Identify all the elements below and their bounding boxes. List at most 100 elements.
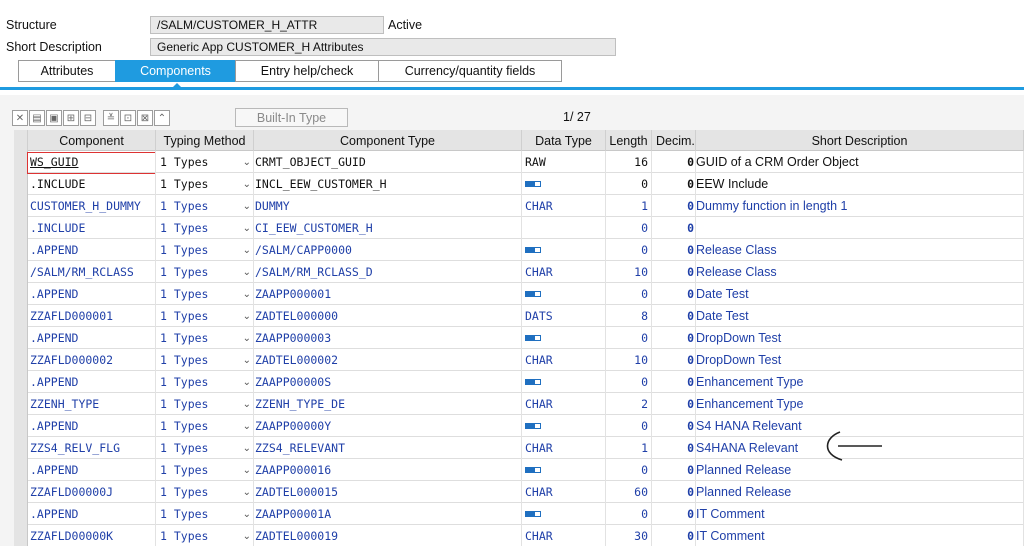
component-cell[interactable]: ZZAFLD00000K bbox=[28, 525, 156, 546]
append-icon[interactable]: ⊡ bbox=[120, 110, 136, 126]
select-all-cell[interactable] bbox=[14, 130, 28, 151]
chevron-down-icon[interactable]: ⌄ bbox=[243, 377, 251, 388]
table-row[interactable]: .APPEND 1 Types ⌄/SALM/CAPP0000 0 0 Release C… bbox=[14, 239, 1024, 261]
row-selector[interactable] bbox=[14, 261, 28, 283]
typing-method-select[interactable]: 1 Types ⌄ bbox=[156, 481, 254, 503]
length-cell[interactable]: 0 bbox=[606, 173, 652, 195]
row-selector[interactable] bbox=[14, 503, 28, 525]
data-type-cell[interactable]: CHAR bbox=[522, 437, 606, 459]
paste-icon[interactable]: ▣ bbox=[46, 110, 62, 126]
decimals-cell[interactable]: 0 bbox=[652, 305, 696, 327]
row-selector[interactable] bbox=[14, 393, 28, 415]
decimals-cell[interactable]: 0 bbox=[652, 261, 696, 283]
typing-method-select[interactable]: 1 Types ⌄ bbox=[156, 239, 254, 261]
component-type-cell[interactable]: INCL_EEW_CUSTOMER_H bbox=[254, 173, 522, 195]
chevron-down-icon[interactable]: ⌄ bbox=[243, 289, 251, 300]
typing-method-select[interactable]: 1 Types ⌄ bbox=[156, 349, 254, 371]
row-selector[interactable] bbox=[14, 151, 28, 173]
table-row[interactable]: .APPEND 1 Types ⌄ ZAAPP000016 0 0 Planned Rele… bbox=[14, 459, 1024, 481]
row-selector[interactable] bbox=[14, 371, 28, 393]
table-row[interactable]: .APPEND 1 Types ⌄ ZAAPP00001A 0 0 IT Comment bbox=[14, 503, 1024, 525]
short-description-cell[interactable]: Enhancement Type bbox=[696, 393, 1024, 415]
chevron-down-icon[interactable]: ⌄ bbox=[243, 509, 251, 520]
table-row[interactable]: .INCLUDE 1 Types ⌄ CI_EEW_CUSTOMER_H 0 0 bbox=[14, 217, 1024, 239]
component-cell[interactable]: .APPEND bbox=[28, 415, 156, 437]
expand-icon[interactable]: ⌃ bbox=[154, 110, 170, 126]
length-cell[interactable]: 0 bbox=[606, 327, 652, 349]
short-description-cell[interactable]: DropDown Test bbox=[696, 349, 1024, 371]
component-cell[interactable]: .APPEND bbox=[28, 459, 156, 481]
collapse-icon[interactable]: ≚ bbox=[103, 110, 119, 126]
decimals-cell[interactable]: 0 bbox=[652, 503, 696, 525]
component-cell[interactable]: ZZAFLD00000J bbox=[28, 481, 156, 503]
table-row[interactable]: WS_GUID 1 Types ⌄ CRMT_OBJECT_GUID RAW 16 0 GUI… bbox=[14, 151, 1024, 173]
component-cell[interactable]: .APPEND bbox=[28, 283, 156, 305]
component-cell[interactable]: .APPEND bbox=[28, 239, 156, 261]
table-row[interactable]: ZZAFLD00000J 1 Types ⌄ ZADTEL000015 CHAR 60 0 P… bbox=[14, 481, 1024, 503]
component-cell[interactable]: .APPEND bbox=[28, 371, 156, 393]
chevron-down-icon[interactable]: ⌄ bbox=[243, 531, 251, 542]
component-type-cell[interactable]: ZZS4_RELEVANT bbox=[254, 437, 522, 459]
component-cell[interactable]: .INCLUDE bbox=[28, 173, 156, 195]
copy-icon[interactable]: ▤ bbox=[29, 110, 45, 126]
data-type-cell[interactable]: RAW bbox=[522, 151, 606, 173]
typing-method-select[interactable]: 1 Types ⌄ bbox=[156, 283, 254, 305]
length-cell[interactable]: 0 bbox=[606, 415, 652, 437]
table-row[interactable]: ZZENH_TYPE 1 Types ⌄ ZZENH_TYPE_DE CHAR 2 0 Enh… bbox=[14, 393, 1024, 415]
typing-method-select[interactable]: 1 Types ⌄ bbox=[156, 327, 254, 349]
built-in-type-button[interactable]: Built-In Type bbox=[235, 108, 348, 127]
decimals-cell[interactable]: 0 bbox=[652, 151, 696, 173]
decimals-cell[interactable]: 0 bbox=[652, 217, 696, 239]
typing-method-select[interactable]: 1 Types ⌄ bbox=[156, 217, 254, 239]
short-description-cell[interactable]: Dummy function in length 1 bbox=[696, 195, 1024, 217]
decimals-cell[interactable]: 0 bbox=[652, 437, 696, 459]
typing-method-select[interactable]: 1 Types ⌄ bbox=[156, 151, 254, 173]
table-row[interactable]: .APPEND 1 Types ⌄ ZAAPP000003 0 0 DropDown Tes… bbox=[14, 327, 1024, 349]
typing-method-select[interactable]: 1 Types ⌄ bbox=[156, 503, 254, 525]
length-cell[interactable]: 16 bbox=[606, 151, 652, 173]
component-type-cell[interactable]: /SALM/RM_RCLASS_D bbox=[254, 261, 522, 283]
short-description-cell[interactable]: DropDown Test bbox=[696, 327, 1024, 349]
table-row[interactable]: ZZAFLD000002 1 Types ⌄ ZADTEL000002 CHAR 10 0 D… bbox=[14, 349, 1024, 371]
component-type-cell[interactable]: ZAAPP000001 bbox=[254, 283, 522, 305]
short-description-cell[interactable]: IT Comment bbox=[696, 503, 1024, 525]
typing-method-select[interactable]: 1 Types ⌄ bbox=[156, 525, 254, 546]
col-component[interactable]: Component bbox=[28, 130, 156, 151]
decimals-cell[interactable]: 0 bbox=[652, 239, 696, 261]
typing-method-select[interactable]: 1 Types ⌄ bbox=[156, 393, 254, 415]
row-selector[interactable] bbox=[14, 459, 28, 481]
short-description-cell[interactable]: Release Class bbox=[696, 261, 1024, 283]
col-typing-method[interactable]: Typing Method bbox=[156, 130, 254, 151]
length-cell[interactable]: 2 bbox=[606, 393, 652, 415]
tab-components[interactable]: Components bbox=[115, 60, 235, 82]
col-length[interactable]: Length bbox=[606, 130, 652, 151]
data-type-cell[interactable]: CHAR bbox=[522, 195, 606, 217]
data-type-cell[interactable] bbox=[522, 327, 606, 349]
delete-row-icon[interactable]: ⊟ bbox=[80, 110, 96, 126]
component-type-cell[interactable]: DUMMY bbox=[254, 195, 522, 217]
chevron-down-icon[interactable]: ⌄ bbox=[243, 465, 251, 476]
component-type-cell[interactable]: ZADTEL000015 bbox=[254, 481, 522, 503]
row-selector[interactable] bbox=[14, 437, 28, 459]
chevron-down-icon[interactable]: ⌄ bbox=[243, 487, 251, 498]
table-row[interactable]: .APPEND 1 Types ⌄ ZAAPP000001 0 0 Date Test bbox=[14, 283, 1024, 305]
table-row[interactable]: ZZAFLD000001 1 Types ⌄ ZADTEL000000 DATS 8 0 Da… bbox=[14, 305, 1024, 327]
data-type-cell[interactable] bbox=[522, 415, 606, 437]
typing-method-select[interactable]: 1 Types ⌄ bbox=[156, 173, 254, 195]
table-row[interactable]: .INCLUDE 1 Types ⌄ INCL_EEW_CUSTOMER_H 0 0 EEW… bbox=[14, 173, 1024, 195]
decimals-cell[interactable]: 0 bbox=[652, 327, 696, 349]
include-icon[interactable]: ⊠ bbox=[137, 110, 153, 126]
length-cell[interactable]: 0 bbox=[606, 459, 652, 481]
chevron-down-icon[interactable]: ⌄ bbox=[243, 223, 251, 234]
component-type-cell[interactable]: ZZENH_TYPE_DE bbox=[254, 393, 522, 415]
component-cell[interactable]: /SALM/RM_RCLASS bbox=[28, 261, 156, 283]
length-cell[interactable]: 10 bbox=[606, 349, 652, 371]
data-type-cell[interactable] bbox=[522, 217, 606, 239]
row-selector[interactable] bbox=[14, 525, 28, 546]
decimals-cell[interactable]: 0 bbox=[652, 393, 696, 415]
chevron-down-icon[interactable]: ⌄ bbox=[243, 421, 251, 432]
component-cell[interactable]: CUSTOMER_H_DUMMY bbox=[28, 195, 156, 217]
chevron-down-icon[interactable]: ⌄ bbox=[243, 355, 251, 366]
tab-entry-help-check[interactable]: Entry help/check bbox=[235, 60, 378, 82]
row-selector[interactable] bbox=[14, 217, 28, 239]
